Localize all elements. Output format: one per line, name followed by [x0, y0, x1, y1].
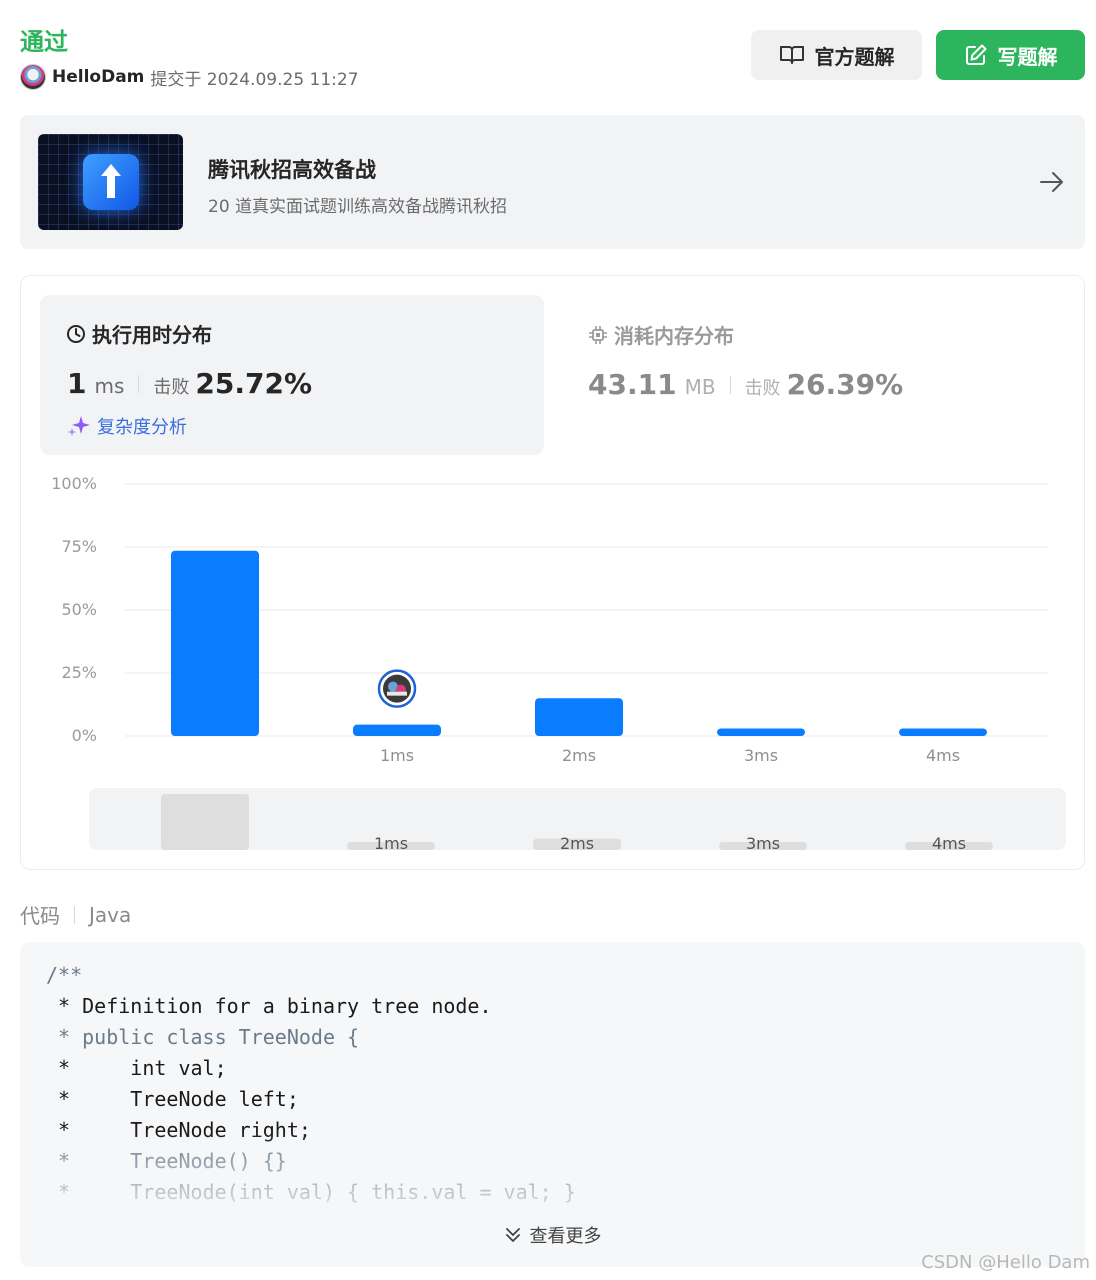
y-tick-label: 0% — [72, 726, 97, 745]
x-tick-label: 1ms — [380, 746, 414, 765]
chart-bar[interactable] — [171, 550, 259, 736]
official-solution-button[interactable]: 官方题解 — [751, 30, 922, 80]
submitter-info: HelloDam 提交于 2024.09.25 11:27 — [20, 64, 359, 90]
navigator-label: 1ms — [374, 834, 408, 853]
navigator-label: 2ms — [560, 834, 594, 853]
submitted-time: 提交于 2024.09.25 11:27 — [150, 69, 359, 90]
username[interactable]: HelloDam — [52, 67, 144, 87]
show-more-button[interactable]: 查看更多 — [20, 1222, 1085, 1248]
code-header: 代码 Java — [20, 900, 131, 929]
code-line: * TreeNode left; — [46, 1087, 299, 1111]
write-solution-button[interactable]: 写题解 — [936, 30, 1085, 80]
navigator-label: 4ms — [932, 834, 966, 853]
chart-bar[interactable] — [899, 728, 987, 736]
runtime-value: 1 — [67, 367, 87, 400]
watermark: CSDN @Hello Dam — [921, 1252, 1090, 1273]
code-fade — [20, 1132, 1085, 1222]
book-icon — [779, 46, 804, 64]
official-solution-label: 官方题解 — [814, 44, 895, 69]
y-tick-label: 100% — [51, 474, 97, 493]
runtime-card[interactable]: 执行用时分布 1 ms 击败 25.72% 复杂度分析 — [40, 295, 544, 455]
divider — [729, 376, 731, 394]
memory-title[interactable]: 消耗内存分布 — [588, 320, 734, 349]
code-language: Java — [89, 902, 132, 927]
runtime-stat: 1 ms 击败 25.72% — [67, 367, 312, 400]
x-tick-label: 2ms — [562, 746, 596, 765]
runtime-distribution-chart[interactable]: 100% 75% 50% 25% 0% 1ms 2ms 3ms 4ms 1ms 2ms 3ms 4ms — [21, 466, 1084, 856]
navigator-label: 3ms — [746, 834, 780, 853]
arrow-right-icon[interactable] — [1039, 171, 1065, 197]
memory-beat-pct: 26.39% — [786, 368, 904, 401]
code-line: * public class TreeNode { — [46, 1025, 360, 1049]
chart-bar[interactable] — [717, 728, 805, 736]
runtime-title: 执行用时分布 — [66, 319, 212, 348]
user-avatar-marker — [377, 669, 417, 708]
code-label: 代码 — [20, 904, 60, 928]
x-tick-label: 3ms — [744, 746, 778, 765]
promo-banner[interactable]: 腾讯秋招高效备战 20 道真实面试题训练高效备战腾讯秋招 — [20, 115, 1085, 249]
submission-status: 通过 — [20, 28, 68, 56]
chip-icon — [589, 325, 607, 344]
promo-subtitle: 20 道真实面试题训练高效备战腾讯秋招 — [208, 197, 508, 217]
code-line: * int val; — [46, 1056, 227, 1080]
promo-title: 腾讯秋招高效备战 — [208, 158, 376, 182]
clock-icon — [67, 324, 85, 343]
code-block[interactable]: /** * Definition for a binary tree node.… — [20, 942, 1085, 1267]
promo-thumbnail — [38, 134, 183, 230]
divider — [138, 375, 140, 393]
edit-icon — [965, 44, 986, 65]
runtime-beat-label: 击败 — [153, 377, 190, 398]
chart-bar[interactable] — [353, 724, 441, 736]
memory-beat-label: 击败 — [744, 378, 781, 399]
memory-unit: MB — [684, 375, 716, 399]
code-line: * Definition for a binary tree node. — [46, 994, 492, 1018]
stats-panel: 执行用时分布 1 ms 击败 25.72% 复杂度分析 消耗内存分布 43.11… — [20, 275, 1085, 870]
memory-value: 43.11 — [588, 368, 677, 401]
user-avatar[interactable] — [20, 64, 46, 90]
write-solution-label: 写题解 — [997, 44, 1058, 69]
code-line: /** — [46, 963, 83, 987]
runtime-beat-pct: 25.72% — [195, 367, 313, 400]
chart-bar[interactable] — [535, 698, 623, 736]
chevron-double-down-icon — [505, 1228, 520, 1242]
complexity-analysis-link[interactable]: 复杂度分析 — [67, 413, 187, 439]
arrow-up-logo-icon — [83, 154, 139, 210]
memory-stat: 43.11 MB 击败 26.39% — [588, 368, 903, 401]
sparkle-icon — [68, 416, 90, 436]
divider — [74, 905, 75, 924]
runtime-unit: ms — [94, 374, 125, 398]
x-tick-label: 4ms — [926, 746, 960, 765]
navigator-bar — [161, 794, 249, 850]
y-tick-label: 75% — [61, 537, 97, 556]
y-tick-label: 50% — [61, 600, 97, 619]
y-tick-label: 25% — [61, 663, 97, 682]
